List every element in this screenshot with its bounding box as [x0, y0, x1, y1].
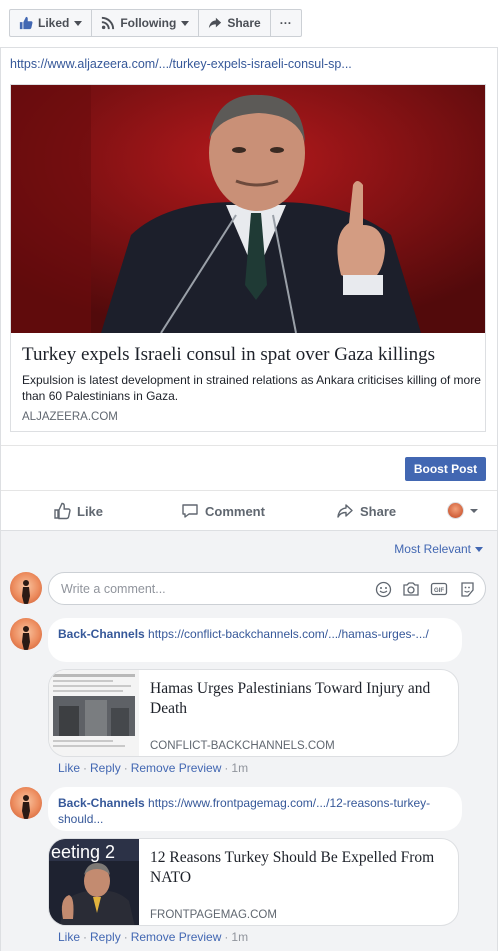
comment-meta: Like · Reply · Remove Preview · 1m [58, 761, 248, 775]
separator: · [224, 930, 229, 944]
share-label: Share [227, 16, 261, 30]
rss-icon [102, 16, 115, 30]
comment-reply-link[interactable]: Reply [90, 761, 121, 775]
comment-like-link[interactable]: Like [58, 761, 80, 775]
comment-button[interactable]: Comment [181, 502, 265, 520]
comment-input-tools: GIF [374, 580, 476, 598]
chevron-down-icon [181, 20, 190, 26]
comment-link-preview[interactable]: Hamas Urges Palestinians Toward Injury a… [48, 669, 459, 757]
boost-row: Boost Post [1, 445, 497, 490]
gif-icon[interactable]: GIF [430, 580, 448, 598]
separator: · [224, 761, 229, 775]
remove-preview-link[interactable]: Remove Preview [131, 930, 222, 944]
thumbs-up-outline-icon [54, 502, 71, 520]
camera-icon[interactable] [402, 580, 420, 598]
comment-input[interactable]: Write a comment... GIF [48, 572, 486, 605]
avatar [447, 502, 464, 519]
comment-like-link[interactable]: Like [58, 930, 80, 944]
comment-sort-label: Most Relevant [394, 542, 471, 556]
share-page-button[interactable]: Share [199, 10, 271, 36]
more-icon: ··· [279, 16, 292, 30]
share-button[interactable]: Share [336, 502, 396, 520]
avatar[interactable] [10, 787, 42, 819]
following-label: Following [120, 16, 177, 30]
separator: · [123, 930, 128, 944]
separator: · [83, 930, 88, 944]
chevron-down-icon [74, 20, 83, 26]
thumbs-up-icon [19, 16, 33, 30]
comment-reply-link[interactable]: Reply [90, 930, 121, 944]
comment-author[interactable]: Back-Channels [58, 796, 145, 810]
comment-timestamp[interactable]: 1m [231, 930, 248, 944]
comment-link-preview[interactable]: eeting 2 12 Reasons Turkey Should Be Exp… [48, 838, 459, 926]
preview-title: 12 Reasons Turkey Should Be Expelled Fro… [150, 849, 435, 886]
comments-section: Most Relevant Write a comment... GIF Bac… [1, 530, 497, 951]
comment-link[interactable]: https://conflict-backchannels.com/.../ha… [145, 627, 429, 641]
share-label: Share [360, 503, 397, 519]
remove-preview-link[interactable]: Remove Preview [131, 761, 222, 775]
comment-input-placeholder: Write a comment... [61, 582, 166, 596]
share-arrow-icon [209, 17, 222, 29]
page-action-bar: Liked Following Share ··· [9, 9, 302, 37]
post-link-url[interactable]: https://www.aljazeera.com/.../turkey-exp… [10, 57, 352, 71]
preview-thumbnail [49, 670, 139, 756]
post-as-selector[interactable] [447, 502, 480, 519]
avatar[interactable] [10, 618, 42, 650]
boost-post-button[interactable]: Boost Post [405, 457, 486, 481]
like-label: Like [77, 503, 104, 519]
comment-label: Comment [205, 503, 265, 519]
comment-sort-dropdown[interactable]: Most Relevant [394, 542, 483, 556]
comment-bubble-icon [182, 504, 198, 518]
separator: · [83, 761, 88, 775]
article-domain: ALJAZEERA.COM [22, 411, 118, 423]
comment-meta: Like · Reply · Remove Preview · 1m [58, 930, 248, 944]
more-options-button[interactable]: ··· [271, 10, 301, 36]
liked-label: Liked [38, 16, 70, 30]
like-button[interactable]: Like [53, 502, 103, 520]
chevron-down-icon [475, 546, 483, 552]
comment-bubble: Back-Channels https://www.frontpagemag.c… [48, 787, 462, 831]
post: https://www.aljazeera.com/.../turkey-exp… [0, 47, 498, 951]
link-preview-card[interactable]: Turkey expels Israeli consul in spat ove… [10, 84, 486, 432]
article-title[interactable]: Turkey expels Israeli consul in spat ove… [22, 344, 435, 366]
share-arrow-outline-icon [337, 504, 353, 518]
preview-domain: CONFLICT-BACKCHANNELS.COM [150, 740, 335, 752]
avatar[interactable] [10, 572, 42, 604]
comment-author[interactable]: Back-Channels [58, 627, 145, 641]
svg-text:GIF: GIF [434, 588, 444, 594]
post-actions-bar: Like Comment Share [1, 490, 497, 530]
liked-button[interactable]: Liked [10, 10, 93, 36]
sticker-icon[interactable] [458, 580, 476, 598]
separator: · [123, 761, 128, 775]
preview-thumbnail: eeting 2 [49, 839, 139, 925]
emoji-icon[interactable] [374, 580, 392, 598]
svg-text:eeting 2: eeting 2 [51, 842, 115, 862]
article-image [11, 85, 485, 333]
chevron-down-icon [470, 508, 478, 513]
preview-title: Hamas Urges Palestinians Toward Injury a… [150, 680, 431, 717]
following-button[interactable]: Following [92, 10, 200, 36]
preview-domain: FRONTPAGEMAG.COM [150, 909, 277, 921]
article-description: Expulsion is latest development in strai… [22, 373, 481, 403]
comment-timestamp[interactable]: 1m [231, 761, 248, 775]
comment-bubble: Back-Channels https://conflict-backchann… [48, 618, 462, 662]
